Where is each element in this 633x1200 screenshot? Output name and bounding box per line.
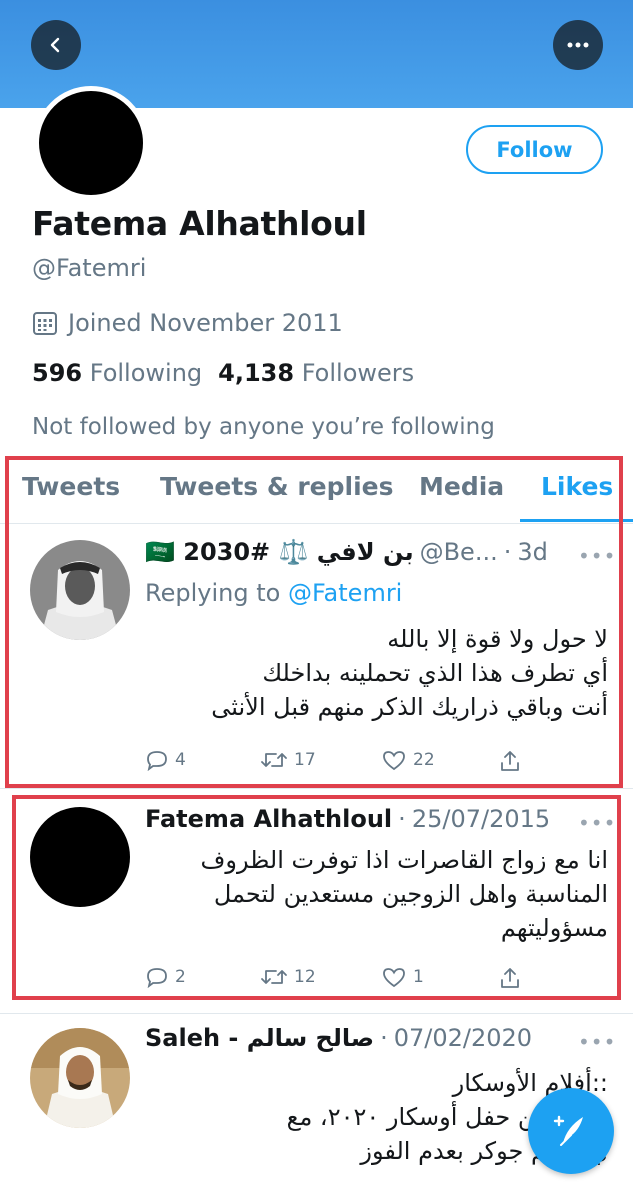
follow-stats: 596 Following 4,138 Followers	[32, 359, 414, 387]
tweet-text: انا مع زواج القاصرات اذا توفرت الظروف ال…	[200, 846, 608, 942]
tweet-more-button[interactable]: •••	[578, 811, 616, 835]
tweet-actions: 2 12 1	[145, 966, 545, 996]
profile-display-name: Fatema Alhathloul	[32, 204, 367, 243]
tweet-time: 3d	[517, 538, 548, 566]
tweet-time: 07/02/2020	[393, 1024, 533, 1052]
compose-icon	[553, 1115, 583, 1146]
like-icon	[383, 751, 405, 771]
compose-tweet-button[interactable]	[528, 1088, 614, 1174]
not-followed-notice: Not followed by anyone you’re following	[32, 414, 495, 440]
joined-date: Joined November 2011	[32, 309, 343, 337]
tweet-more-button[interactable]: •••	[578, 1030, 616, 1054]
tab-tweets[interactable]: Tweets	[22, 472, 120, 501]
following-count: 596	[32, 359, 83, 387]
like-count: 22	[413, 750, 435, 770]
tweet-dot: ·	[503, 538, 512, 566]
tab-likes[interactable]: Likes	[541, 472, 613, 501]
tweet-header: 🇸🇦 2030# ⚖️ بن لافي @Be... · 3d	[145, 538, 548, 566]
tweet-text: لا حول ولا قوة إلا بالله أي تطرف هذا الذ…	[211, 625, 608, 721]
avatar-photo	[30, 1028, 130, 1128]
retweet-button[interactable]: 17	[260, 749, 316, 771]
reply-count: 2	[175, 967, 186, 987]
follow-button[interactable]: Follow	[466, 125, 603, 174]
tweet-item[interactable]: Fatema Alhathloul · 25/07/2015 ••• انا م…	[0, 789, 633, 1014]
tweet-dot: ·	[380, 1024, 388, 1052]
tweet-avatar[interactable]	[30, 540, 130, 640]
profile-avatar[interactable]	[34, 86, 148, 200]
joined-label: Joined November 2011	[68, 309, 343, 337]
like-button[interactable]: 1	[381, 966, 424, 988]
avatar-photo	[30, 540, 130, 640]
calendar-icon	[33, 312, 57, 335]
more-options-button[interactable]	[553, 20, 603, 70]
reply-icon	[147, 968, 167, 988]
following-link[interactable]: 596 Following	[32, 359, 202, 387]
back-arrow-icon	[50, 37, 60, 53]
tweet-avatar[interactable]	[30, 807, 130, 907]
like-count: 1	[413, 967, 424, 987]
followers-label: Followers	[301, 359, 415, 387]
followers-count: 4,138	[218, 359, 295, 387]
reply-icon	[147, 751, 167, 771]
back-button[interactable]	[31, 20, 81, 70]
retweet-count: 17	[294, 750, 316, 770]
followers-link[interactable]: 4,138 Followers	[218, 359, 414, 387]
tweet-time: 25/07/2015	[411, 805, 551, 833]
reply-button[interactable]: 4	[145, 749, 186, 771]
tweet-author-name[interactable]: Fatema Alhathloul	[145, 805, 392, 833]
tweet-avatar[interactable]	[30, 1028, 130, 1128]
tweet-dot: ·	[398, 805, 406, 833]
profile-tabs: Tweets Tweets & replies Media Likes	[0, 458, 633, 524]
tweet-item[interactable]: 🇸🇦 2030# ⚖️ بن لافي @Be... · 3d ••• Repl…	[0, 524, 633, 789]
reply-button[interactable]: 2	[145, 966, 186, 988]
share-button[interactable]	[498, 966, 522, 990]
replying-prefix: Replying to	[145, 579, 281, 607]
tab-tweets-and-replies[interactable]: Tweets & replies	[160, 472, 394, 501]
more-icon	[567, 42, 589, 48]
tweet-header: Fatema Alhathloul · 25/07/2015	[145, 805, 550, 833]
tweet-author-name[interactable]: Saleh - صالح سالم	[145, 1024, 374, 1052]
following-label: Following	[89, 359, 203, 387]
replying-to-line: Replying to @Fatemri	[145, 579, 402, 607]
share-button[interactable]	[498, 749, 522, 773]
tweet-author-handle: @Be...	[419, 538, 498, 566]
tweet-more-button[interactable]: •••	[578, 544, 616, 568]
tab-media[interactable]: Media	[419, 472, 504, 501]
profile-handle: @Fatemri	[32, 254, 147, 282]
share-icon	[501, 968, 519, 988]
retweet-icon	[261, 753, 287, 767]
retweet-count: 12	[294, 967, 316, 987]
tweet-header: Saleh - صالح سالم · 07/02/2020	[145, 1024, 532, 1052]
active-tab-indicator	[520, 519, 633, 522]
retweet-button[interactable]: 12	[260, 966, 316, 988]
share-icon	[501, 751, 519, 771]
retweet-icon	[261, 970, 287, 984]
like-icon	[383, 968, 405, 988]
reply-count: 4	[175, 750, 186, 770]
tweet-actions: 4 17 22	[145, 749, 545, 779]
replying-mention[interactable]: @Fatemri	[288, 579, 402, 607]
tweet-author-name[interactable]: 🇸🇦 2030# ⚖️ بن لافي	[145, 538, 414, 566]
like-button[interactable]: 22	[381, 749, 435, 771]
